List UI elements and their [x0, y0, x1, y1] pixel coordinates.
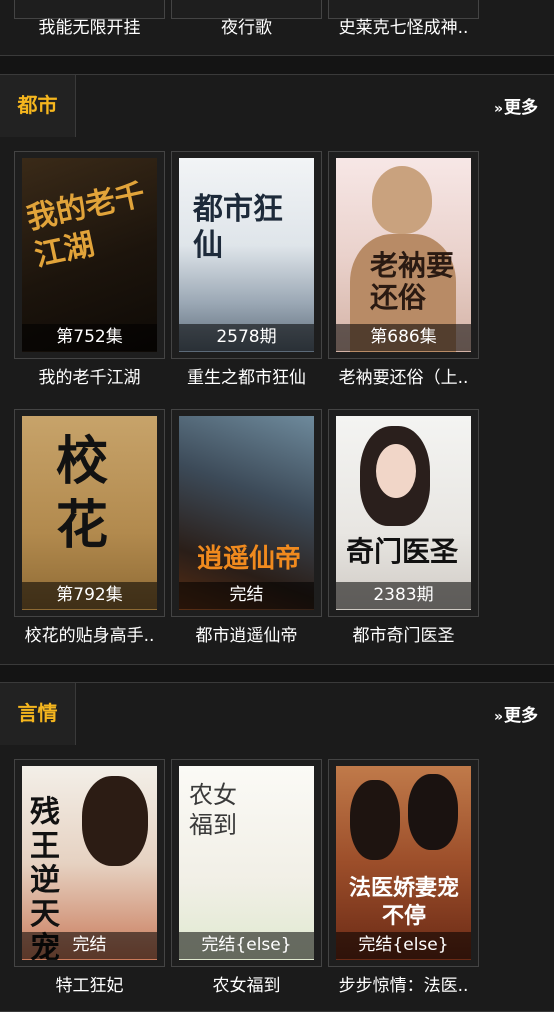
section-top-partial: 我能无限开挂 夜行歌 史莱克七怪成神.. — [0, 0, 554, 56]
cover-image: 农女福到 — [179, 766, 314, 960]
book-title[interactable]: 我的老千江湖 — [8, 363, 171, 388]
section-dushi: 都市 »更多 我的老千江湖 第752集 我的老千江湖 都市狂仙 2578期 重生… — [0, 74, 554, 665]
cover-image: 残王逆天宠 — [22, 766, 157, 960]
book-cover[interactable]: 残王逆天宠 完结 — [14, 759, 165, 967]
book-title[interactable]: 都市逍遥仙帝 — [165, 621, 328, 646]
cover-text: 老衲要还俗 — [370, 249, 455, 314]
book-cover[interactable]: 校花 第792集 — [14, 409, 165, 617]
section-title: 都市 — [0, 75, 76, 137]
more-link[interactable]: »更多 — [494, 93, 538, 118]
cover-image: 都市狂仙 — [179, 158, 314, 352]
cover-figure — [350, 780, 400, 860]
book-cover[interactable]: 奇门医圣 2383期 — [328, 409, 479, 617]
book-title[interactable]: 重生之都市狂仙 — [165, 363, 328, 388]
episode-badge: 2383期 — [336, 582, 471, 609]
cover-text: 我的老千江湖 — [23, 177, 149, 274]
book-cover[interactable]: 老衲要还俗 第686集 — [328, 151, 479, 359]
episode-badge: 完结{else} — [336, 932, 471, 959]
book-cover[interactable]: 都市狂仙 2578期 — [171, 151, 322, 359]
cover-image: 校花 — [22, 416, 157, 610]
cover-image: 老衲要还俗 — [336, 158, 471, 352]
book-title[interactable]: 夜行歌 — [165, 13, 328, 38]
episode-badge: 第792集 — [22, 582, 157, 609]
book-cover[interactable]: 我的老千江湖 第752集 — [14, 151, 165, 359]
episode-badge: 第686集 — [336, 324, 471, 351]
cover-text: 奇门医圣 — [346, 535, 459, 568]
cover-image: 法医娇妻宠不停 — [336, 766, 471, 960]
episode-badge: 第752集 — [22, 324, 157, 351]
cover-text: 都市狂仙 — [193, 192, 283, 263]
book-title[interactable]: 步步惊情：法医.. — [322, 971, 485, 996]
chevron-right-icon: » — [493, 101, 503, 117]
book-cover[interactable]: 农女福到 完结{else} — [171, 759, 322, 967]
cover-text: 逍遥仙帝 — [196, 544, 301, 574]
more-link[interactable]: »更多 — [494, 701, 538, 726]
episode-badge: 2578期 — [179, 324, 314, 351]
book-cover[interactable]: 逍遥仙帝 完结 — [171, 409, 322, 617]
cover-figure — [372, 166, 432, 234]
book-title[interactable]: 我能无限开挂 — [8, 13, 171, 38]
section-title: 言情 — [0, 683, 76, 745]
cover-image: 我的老千江湖 — [22, 158, 157, 352]
book-title[interactable]: 农女福到 — [165, 971, 328, 996]
more-label: 更多 — [504, 706, 538, 726]
cover-text: 法医娇妻宠不停 — [348, 875, 459, 929]
cover-figure — [82, 776, 148, 866]
episode-badge: 完结 — [179, 582, 314, 609]
episode-badge: 完结{else} — [179, 932, 314, 959]
book-title[interactable]: 史莱克七怪成神.. — [322, 13, 485, 38]
cover-image: 奇门医圣 — [336, 416, 471, 610]
cover-text: 农女福到 — [189, 781, 237, 839]
section-header: 都市 »更多 — [0, 75, 554, 137]
cover-figure-face — [376, 444, 416, 498]
section-yanqing: 言情 »更多 残王逆天宠 完结 特工狂妃 农女福到 完结{else} 农女福到 … — [0, 682, 554, 1012]
cover-text: 校花 — [56, 431, 109, 556]
cover-figure — [408, 774, 458, 850]
book-cover[interactable]: 法医娇妻宠不停 完结{else} — [328, 759, 479, 967]
book-title[interactable]: 特工狂妃 — [8, 971, 171, 996]
book-title[interactable]: 都市奇门医圣 — [322, 621, 485, 646]
episode-badge: 完结 — [22, 932, 157, 959]
chevron-right-icon: » — [493, 709, 503, 725]
book-title[interactable]: 校花的贴身高手.. — [8, 621, 171, 646]
more-label: 更多 — [504, 98, 538, 118]
section-header: 言情 »更多 — [0, 683, 554, 745]
book-title[interactable]: 老衲要还俗（上.. — [322, 363, 485, 388]
cover-image: 逍遥仙帝 — [179, 416, 314, 610]
